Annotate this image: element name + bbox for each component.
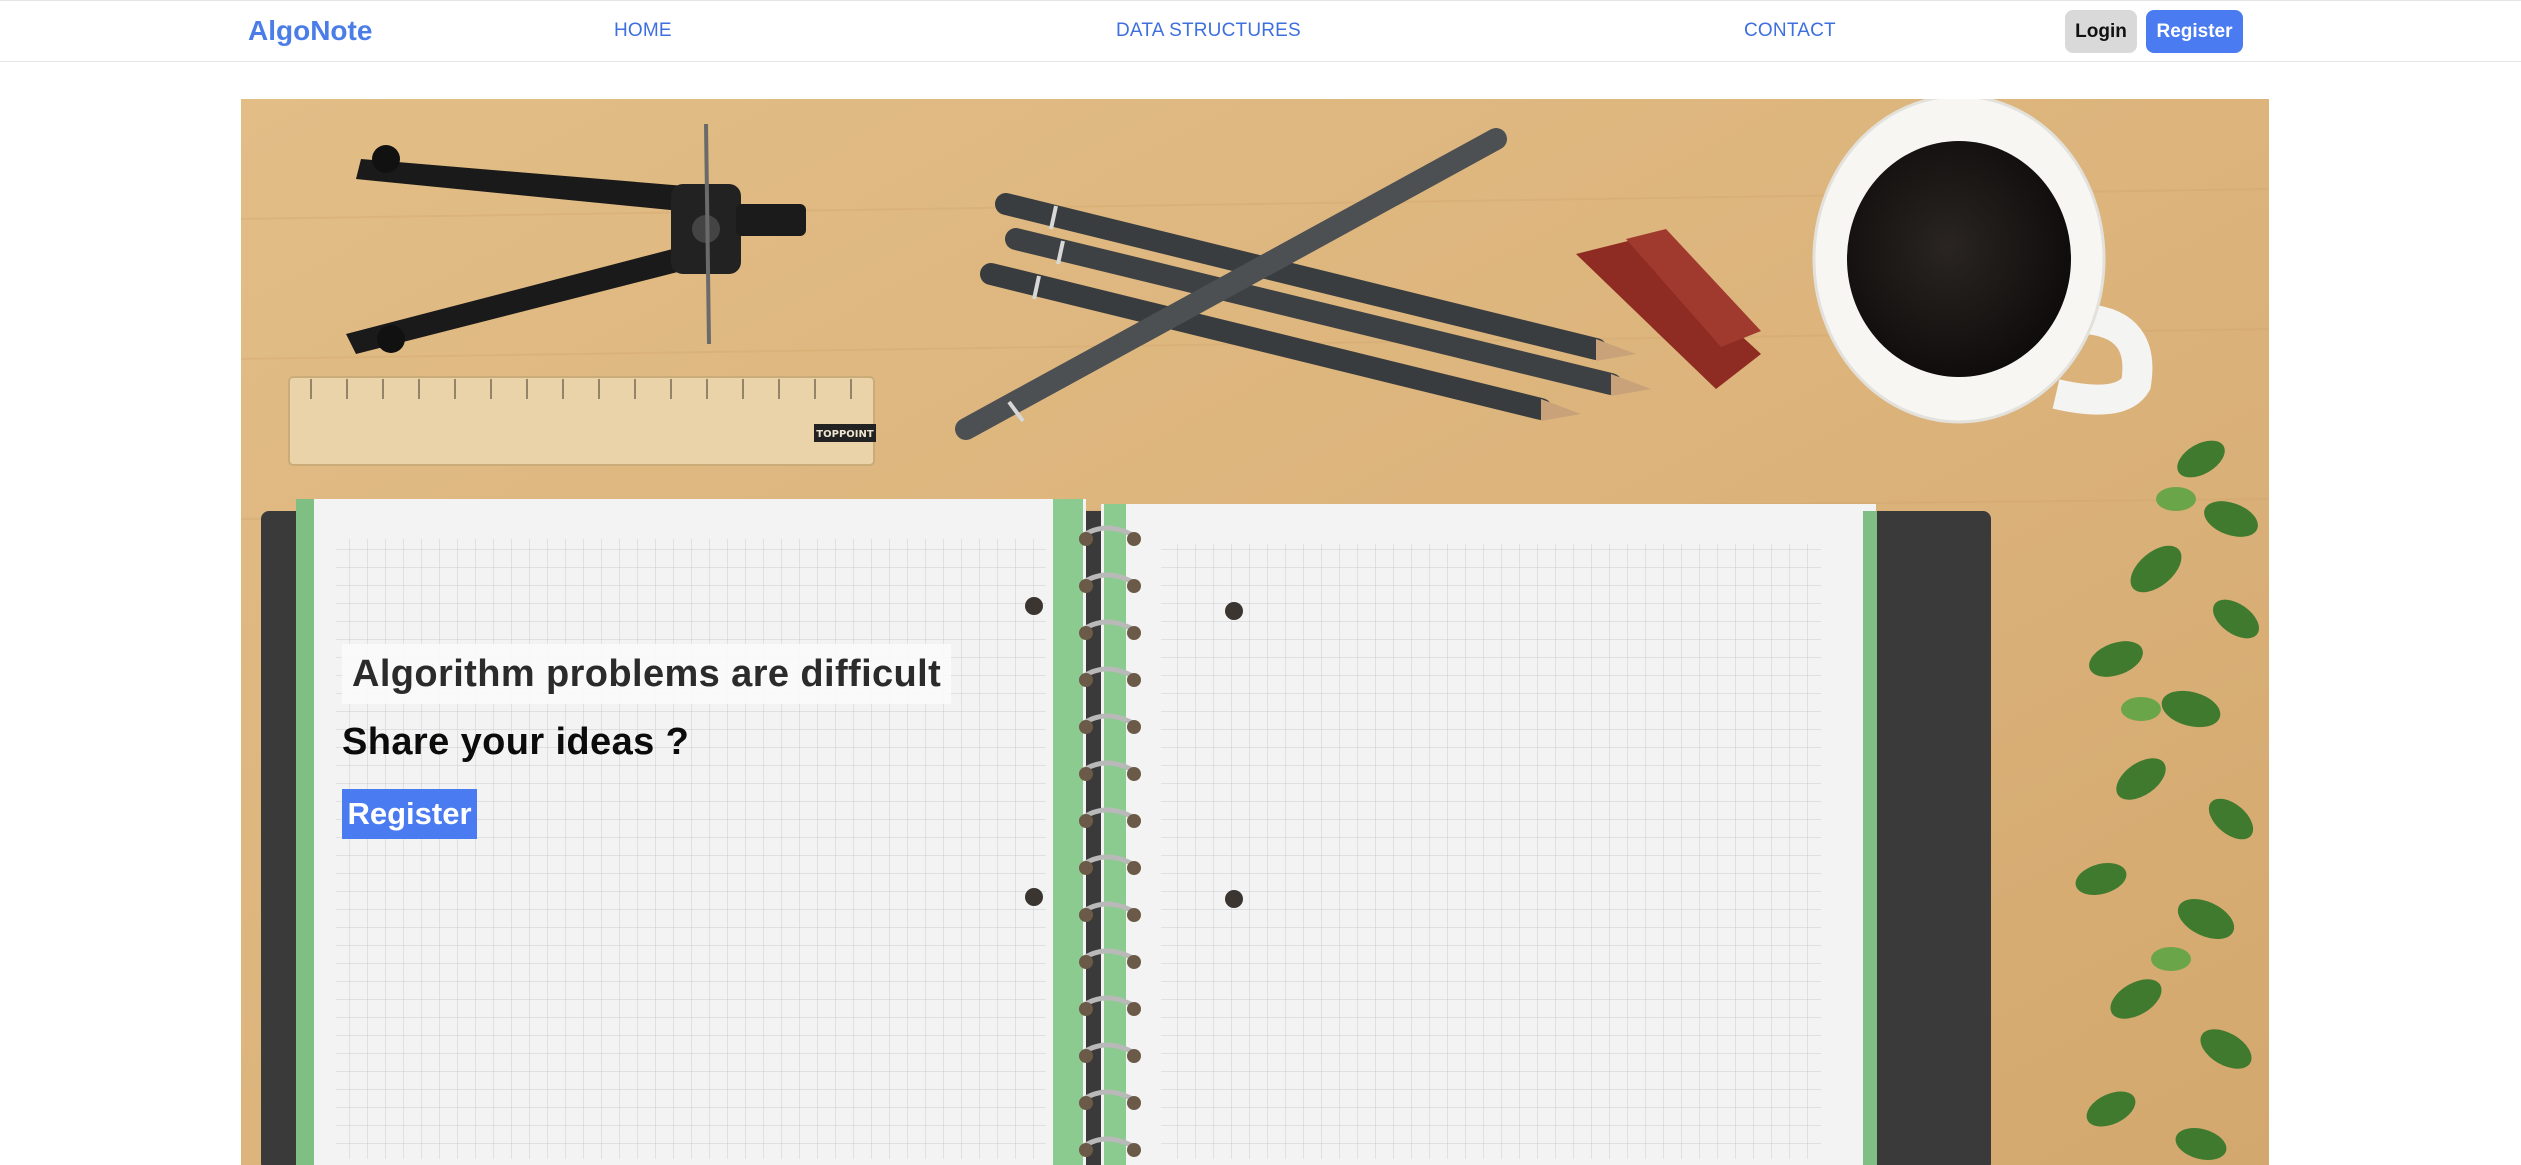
nav-link-home[interactable]: HOME (614, 20, 672, 42)
navbar: AlgoNote HOME DATA STRUCTURES CONTACT Lo… (0, 0, 2521, 62)
ruler-illustration: TOPPOINT (288, 376, 876, 466)
hero-register-button[interactable]: Register (342, 789, 477, 839)
nav-link-contact[interactable]: CONTACT (1744, 20, 1836, 42)
ruler-brand: TOPPOINT (816, 429, 874, 440)
register-button[interactable]: Register (2146, 10, 2243, 53)
notebook-illustration (261, 499, 1991, 1165)
hero-desk-image: TOPPOINT (241, 99, 2269, 1165)
nav-link-data-structures[interactable]: DATA STRUCTURES (1116, 20, 1301, 42)
hero-banner: TOPPOINT Algorithm problems are difficul… (241, 99, 2269, 1165)
hero-subtitle: Share your ideas ? (342, 721, 690, 763)
hero-title: Algorithm problems are difficult (342, 644, 952, 704)
brand-logo[interactable]: AlgoNote (248, 15, 372, 47)
login-button[interactable]: Login (2065, 10, 2137, 53)
